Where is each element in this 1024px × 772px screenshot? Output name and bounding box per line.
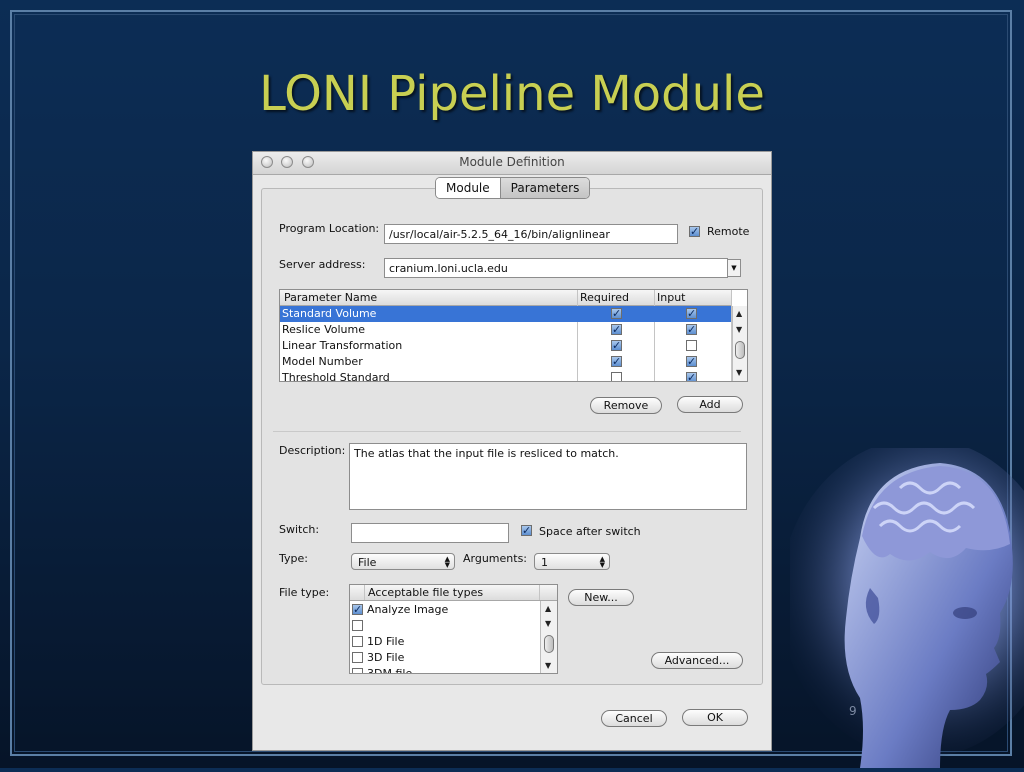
program-location-label: Program Location: (279, 222, 380, 235)
scroll-up-arrow-icon[interactable]: ▲ (545, 604, 551, 613)
file-type-checkbox[interactable] (352, 636, 363, 647)
required-checkbox[interactable]: ✓ (611, 340, 622, 351)
remove-button[interactable]: Remove (590, 397, 662, 414)
scroll-down-arrow-icon[interactable]: ▼ (736, 368, 742, 377)
module-definition-dialog: Module Definition Module Parameters Prog… (252, 151, 772, 751)
file-type-name: 3D File (367, 651, 405, 664)
required-checkbox[interactable]: ✓ (611, 308, 622, 319)
list-item[interactable]: ✓ Analyze Image (350, 602, 540, 618)
scroll-thumb[interactable] (544, 635, 554, 653)
column-divider (364, 585, 365, 600)
scroll-up-arrow-icon[interactable]: ▲ (736, 309, 742, 318)
column-parameter-name[interactable]: Parameter Name (284, 291, 377, 304)
switch-input[interactable] (351, 523, 509, 543)
cancel-button[interactable]: Cancel (601, 710, 667, 727)
file-types-scrollbar[interactable]: ▲ ▼ ▼ (540, 601, 557, 673)
parameter-name: Model Number (282, 355, 363, 368)
parameter-name: Linear Transformation (282, 339, 403, 352)
program-location-input[interactable]: /usr/local/air-5.2.5_64_16/bin/alignline… (384, 224, 678, 244)
file-type-label: File type: (279, 586, 330, 599)
tab-bar: Module Parameters (435, 177, 591, 199)
remote-label: Remote (707, 225, 750, 238)
column-input[interactable]: Input (657, 291, 685, 304)
tab-module[interactable]: Module (436, 178, 500, 198)
input-checkbox[interactable]: ✓ (686, 372, 697, 381)
type-value: File (358, 556, 377, 569)
arguments-popup[interactable]: 1 ▲ ▼ (534, 553, 610, 570)
file-type-checkbox[interactable] (352, 620, 363, 631)
remote-checkbox[interactable]: ✓ (689, 226, 700, 237)
table-row[interactable]: Linear Transformation ✓ (280, 338, 731, 354)
list-item[interactable]: 1D File (350, 634, 540, 650)
server-address-combobox[interactable]: cranium.loni.ucla.edu (384, 258, 728, 278)
file-type-name: Analyze Image (367, 603, 449, 616)
required-checkbox[interactable] (611, 372, 622, 381)
scroll-down-arrow-icon[interactable]: ▼ (545, 661, 551, 670)
new-file-type-button[interactable]: New... (568, 589, 634, 606)
updown-arrows-icon: ▲ ▼ (599, 555, 605, 569)
description-label: Description: (279, 444, 346, 457)
type-label: Type: (279, 552, 308, 565)
parameters-table: Parameter Name Required Input Standard V… (279, 289, 748, 382)
table-row[interactable]: Standard Volume ✓ ✓ (280, 306, 731, 322)
file-type-name: 1D File (367, 635, 405, 648)
column-required[interactable]: Required (580, 291, 629, 304)
divider (273, 431, 741, 432)
file-type-name: 3DM file (367, 667, 413, 674)
parameters-scrollbar[interactable]: ▲ ▼ ▼ (732, 306, 747, 381)
updown-arrows-icon: ▲ ▼ (444, 555, 450, 569)
brain-head-illustration (780, 438, 1024, 768)
table-row[interactable]: Threshold Standard ✓ (280, 370, 731, 382)
file-type-checkbox[interactable] (352, 652, 363, 663)
parameter-name: Standard Volume (282, 307, 377, 320)
column-divider (539, 585, 540, 600)
scroll-down-arrow-icon[interactable]: ▼ (545, 619, 551, 628)
list-item[interactable]: 3DM file (350, 666, 540, 674)
file-types-header: Acceptable file types (350, 585, 557, 601)
page-number: 9 (849, 704, 857, 718)
parameter-name: Reslice Volume (282, 323, 365, 336)
input-checkbox[interactable] (686, 340, 697, 351)
input-checkbox[interactable]: ✓ (686, 308, 697, 319)
ok-button[interactable]: OK (682, 709, 748, 726)
file-type-checkbox[interactable] (352, 668, 363, 673)
window-title: Module Definition (459, 155, 565, 169)
server-dropdown-arrow-icon[interactable]: ▼ (727, 259, 741, 277)
required-checkbox[interactable]: ✓ (611, 324, 622, 335)
table-row[interactable]: Model Number ✓ ✓ (280, 354, 731, 370)
list-item[interactable] (350, 618, 540, 634)
window-titlebar[interactable]: Module Definition (253, 152, 771, 175)
parameter-name: Threshold Standard (282, 371, 390, 382)
type-popup[interactable]: File ▲ ▼ (351, 553, 455, 570)
list-item[interactable]: 3D File (350, 650, 540, 666)
tab-parameters[interactable]: Parameters (499, 178, 590, 198)
input-checkbox[interactable]: ✓ (686, 356, 697, 367)
scroll-down-arrow-icon[interactable]: ▼ (736, 325, 742, 334)
scroll-thumb[interactable] (735, 341, 745, 359)
column-acceptable-file-types[interactable]: Acceptable file types (368, 586, 483, 599)
add-button[interactable]: Add (677, 396, 743, 413)
slide-title: LONI Pipeline Module (259, 66, 765, 122)
table-row[interactable]: Reslice Volume ✓ ✓ (280, 322, 731, 338)
description-textarea[interactable]: The atlas that the input file is reslice… (349, 443, 747, 510)
server-address-label: Server address: (279, 258, 366, 271)
switch-label: Switch: (279, 523, 320, 536)
file-type-checkbox[interactable]: ✓ (352, 604, 363, 615)
input-checkbox[interactable]: ✓ (686, 324, 697, 335)
arguments-value: 1 (541, 556, 548, 569)
parameters-table-header: Parameter Name Required Input (280, 290, 732, 306)
required-checkbox[interactable]: ✓ (611, 356, 622, 367)
space-after-switch-checkbox[interactable]: ✓ (521, 525, 532, 536)
advanced-button[interactable]: Advanced... (651, 652, 743, 669)
arguments-label: Arguments: (463, 552, 528, 565)
file-types-table: Acceptable file types ✓ Analyze Image 1D… (349, 584, 558, 674)
space-after-switch-label: Space after switch (539, 525, 641, 538)
